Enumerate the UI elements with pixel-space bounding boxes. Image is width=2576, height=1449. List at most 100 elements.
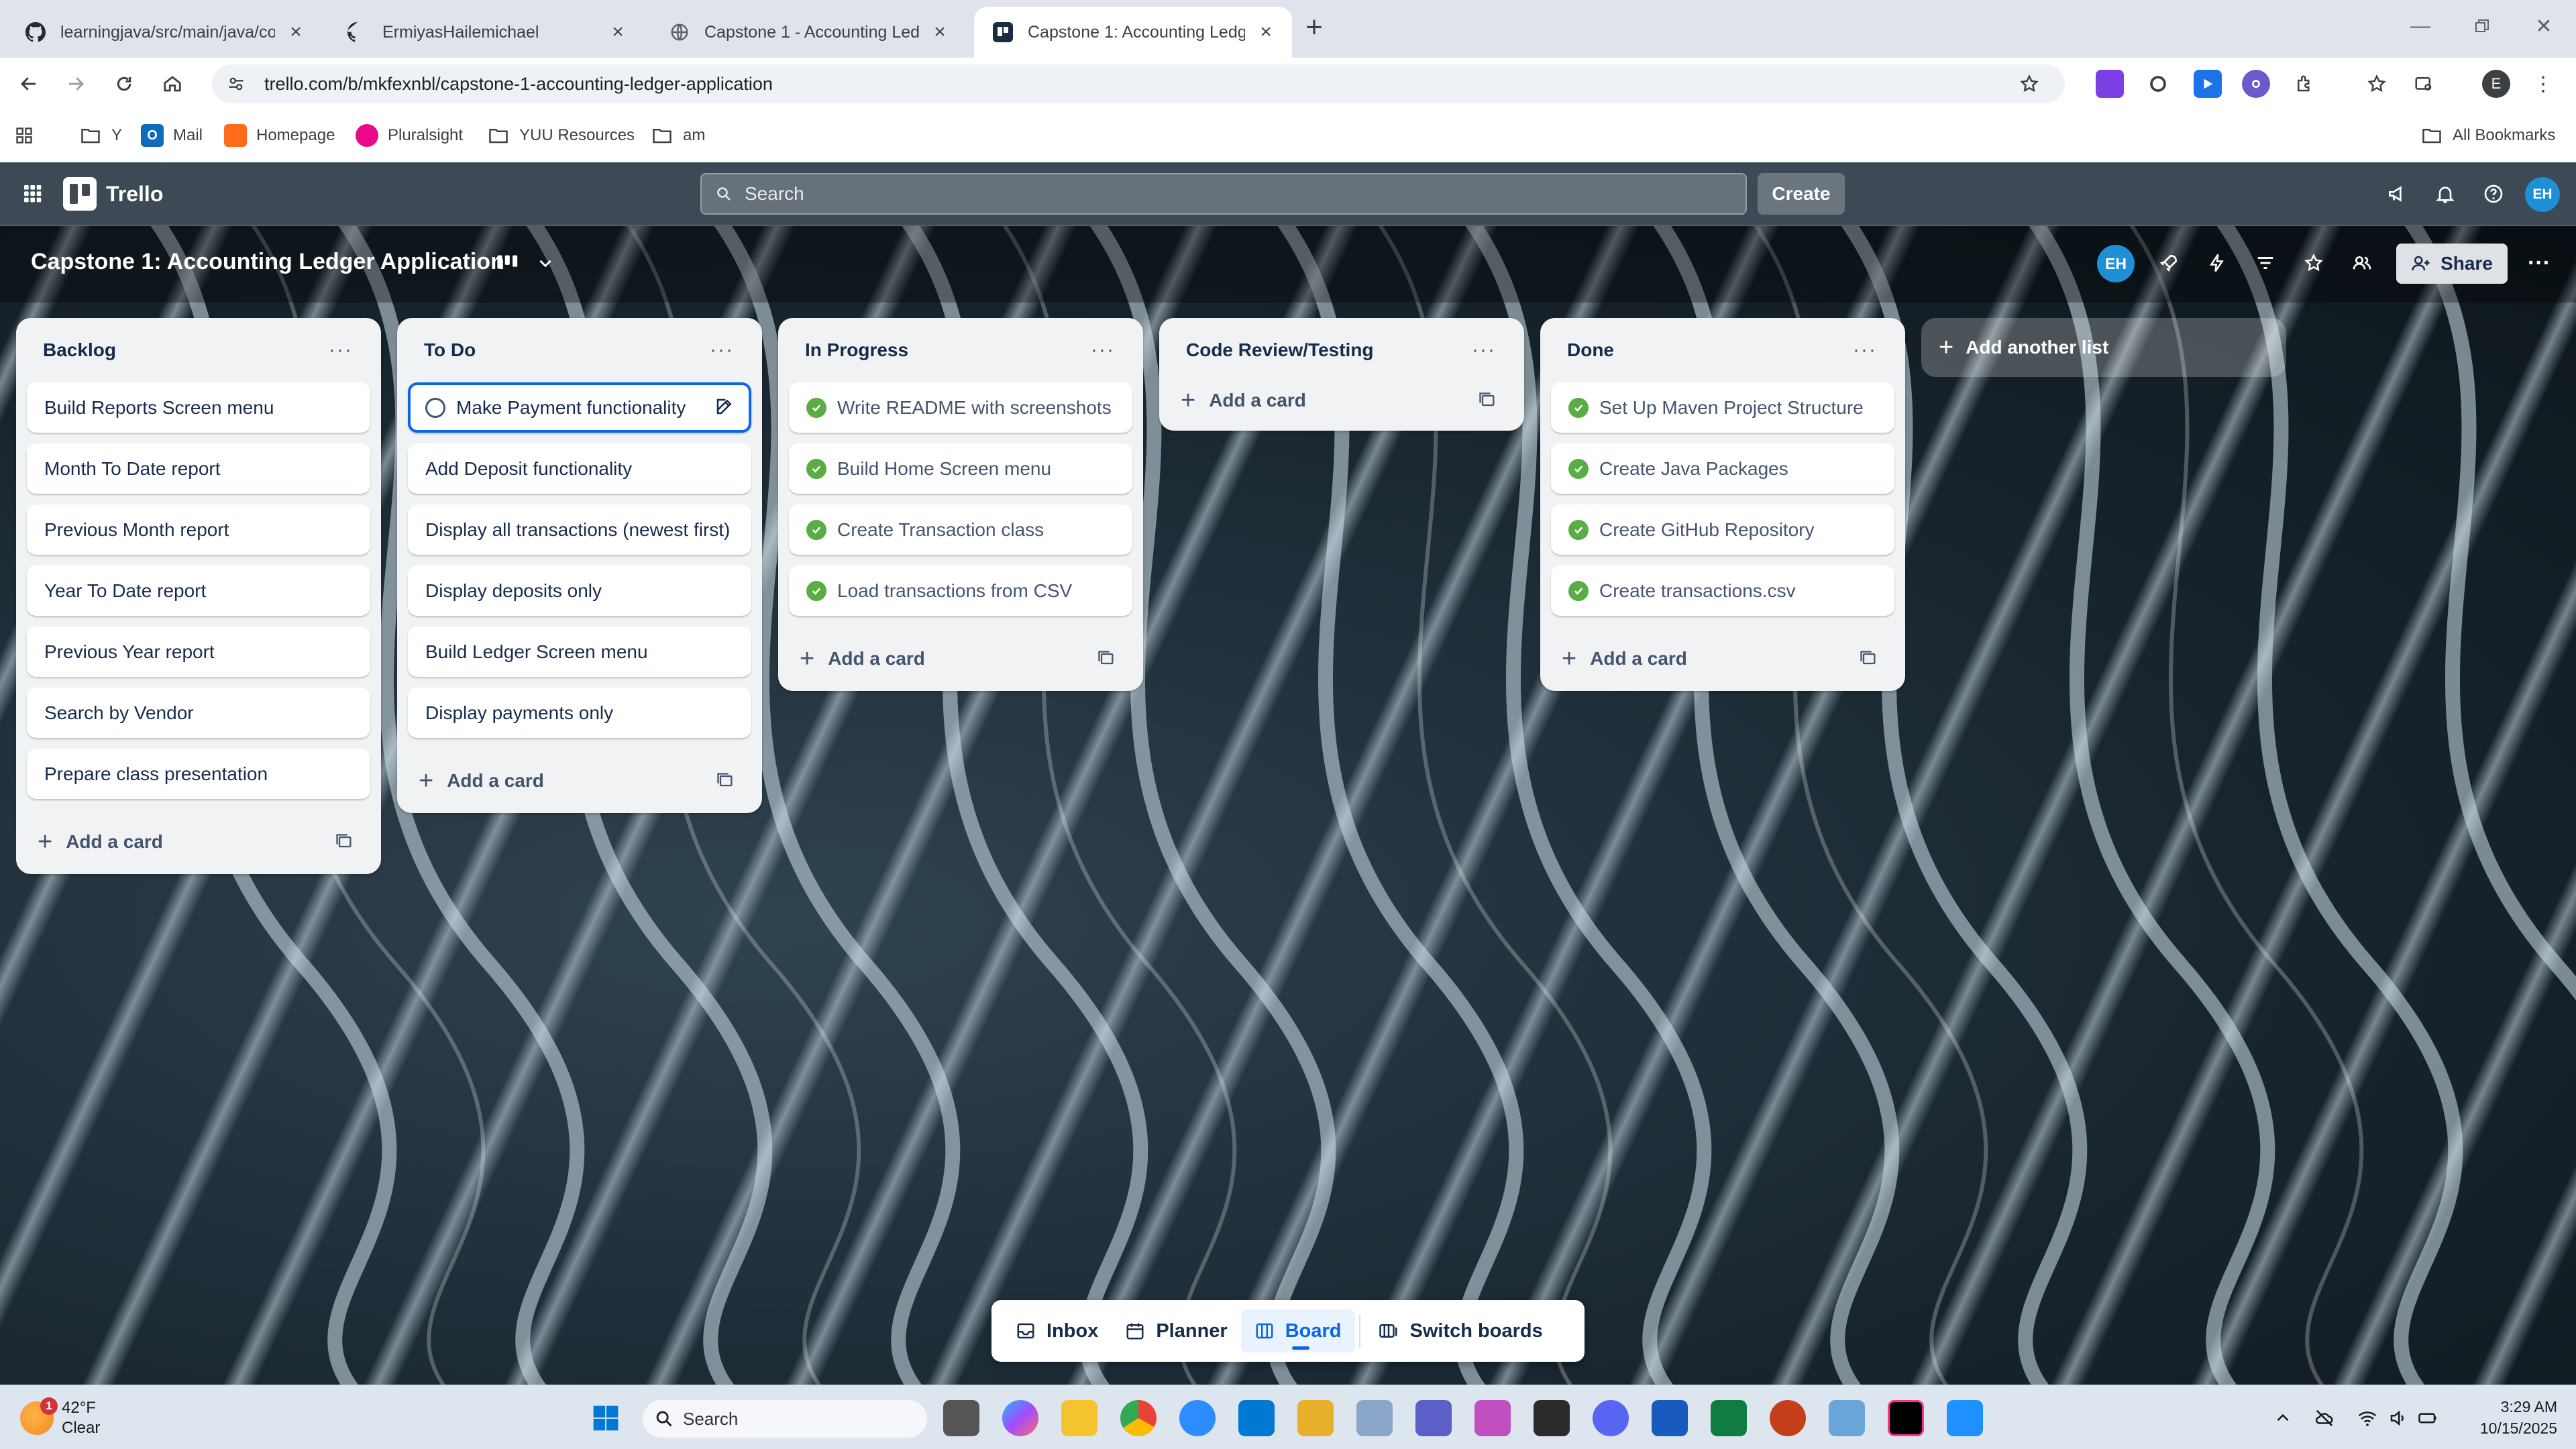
card[interactable]: Build Ledger Screen menu (408, 627, 751, 677)
completed-check-icon[interactable] (1568, 459, 1589, 479)
card-template-icon[interactable] (333, 830, 356, 853)
list-menu-icon[interactable]: ··· (1850, 335, 1880, 365)
card[interactable]: Build Reports Screen menu (27, 382, 370, 433)
card[interactable]: Create Transaction class (789, 504, 1132, 555)
card[interactable]: Add Deposit functionality (408, 443, 751, 494)
volume-icon[interactable] (2385, 1405, 2411, 1431)
browser-menu-icon[interactable]: ⋮ (2529, 70, 2557, 98)
bookmark-star-icon[interactable] (2017, 71, 2042, 97)
list-title[interactable]: To Do (424, 339, 476, 361)
app-switcher-icon[interactable] (19, 180, 46, 207)
completed-check-icon[interactable] (806, 398, 826, 418)
profile-avatar[interactable]: E (2482, 70, 2510, 98)
extension-gear-icon[interactable] (2242, 70, 2270, 98)
completed-check-icon[interactable] (806, 459, 826, 479)
close-icon[interactable]: × (1256, 21, 1276, 43)
mark-complete-circle[interactable] (425, 398, 445, 418)
add-another-list-button[interactable]: + Add another list (1921, 318, 2286, 377)
restore-button[interactable] (2462, 9, 2502, 43)
card[interactable]: Create Java Packages (1551, 443, 1894, 494)
edit-pencil-icon[interactable] (712, 394, 737, 419)
megaphone-icon[interactable] (2381, 178, 2412, 209)
list-menu-icon[interactable]: ··· (326, 335, 356, 365)
windows-start-icon[interactable] (588, 1400, 624, 1436)
extension-purple-icon[interactable] (2096, 70, 2124, 98)
weather-widget[interactable]: 1 42°F Clear (20, 1395, 100, 1442)
apps-grid-icon[interactable] (15, 122, 34, 149)
site-info-icon[interactable] (223, 70, 250, 97)
card[interactable]: Build Home Screen menu (789, 443, 1132, 494)
card[interactable]: Previous Year report (27, 627, 370, 677)
browser-tab-active[interactable]: Capstone 1: Accounting Ledger × (974, 7, 1292, 58)
card[interactable]: Create transactions.csv (1551, 566, 1894, 616)
extensions-puzzle-icon[interactable] (2290, 70, 2318, 98)
new-tab-button[interactable]: + (1299, 11, 1330, 44)
create-button[interactable]: Create (1758, 173, 1845, 215)
board-title[interactable]: Capstone 1: Accounting Ledger Applicatio… (31, 249, 504, 275)
trello-logo[interactable]: Trello (63, 177, 163, 211)
power-bi-icon[interactable] (1297, 1400, 1334, 1436)
card-template-icon[interactable] (1095, 647, 1118, 670)
copilot-icon[interactable] (1002, 1400, 1038, 1436)
zoom-icon[interactable] (1179, 1400, 1216, 1436)
card[interactable]: Set Up Maven Project Structure (1551, 382, 1894, 433)
reload-button[interactable] (106, 66, 142, 102)
minimize-button[interactable]: — (2400, 9, 2440, 43)
card[interactable]: Display all transactions (newest first) (408, 504, 751, 555)
close-icon[interactable]: × (608, 21, 628, 43)
board-button[interactable]: Board (1240, 1309, 1355, 1352)
completed-check-icon[interactable] (806, 581, 826, 601)
browser-tab[interactable]: ErmiyasHailemichael × (329, 7, 644, 58)
powerpoint-icon[interactable] (1770, 1400, 1806, 1436)
bell-icon[interactable] (2430, 178, 2461, 209)
automation-bolt-icon[interactable] (2202, 248, 2233, 278)
card-template-icon[interactable] (1476, 389, 1499, 412)
browser-tab[interactable]: Capstone 1 - Accounting Ledge × (651, 7, 966, 58)
card[interactable]: Display deposits only (408, 566, 751, 616)
teams-icon[interactable] (1415, 1400, 1452, 1436)
bookmark-item[interactable]: O Mail (141, 122, 203, 149)
add-card-button[interactable]: + Add a card (1562, 646, 1687, 672)
cloud-sync-icon[interactable] (2312, 1405, 2337, 1431)
close-window-button[interactable]: ✕ (2524, 9, 2564, 43)
add-card-button[interactable]: + Add a card (1181, 388, 1306, 413)
list-title[interactable]: Backlog (43, 339, 116, 361)
browser-tab[interactable]: learningjava/src/main/java/com × (7, 7, 322, 58)
chevron-up-icon[interactable] (2270, 1405, 2296, 1431)
snipping-tool-icon[interactable] (1474, 1400, 1511, 1436)
bookmark-item[interactable]: Homepage (224, 122, 335, 149)
board-member-avatar[interactable]: EH (2097, 245, 2135, 282)
card[interactable]: Display payments only (408, 688, 751, 738)
side-panel-icon[interactable] (2410, 70, 2438, 98)
list-menu-icon[interactable]: ··· (707, 335, 737, 365)
task-view-icon[interactable] (943, 1400, 979, 1436)
card[interactable]: Search by Vendor (27, 688, 370, 738)
card[interactable]: Write README with screenshots (789, 382, 1132, 433)
star-icon[interactable] (2298, 248, 2329, 278)
completed-check-icon[interactable] (1568, 581, 1589, 601)
planner-button[interactable]: Planner (1112, 1309, 1240, 1352)
list-title[interactable]: In Progress (805, 339, 908, 361)
taskbar-search[interactable]: Search (643, 1400, 927, 1438)
bookmark-item[interactable]: am (651, 122, 705, 149)
help-icon[interactable] (2478, 178, 2509, 209)
card[interactable]: Load transactions from CSV (789, 566, 1132, 616)
battery-icon[interactable] (2415, 1405, 2440, 1431)
add-card-button[interactable]: + Add a card (38, 829, 163, 855)
notepad-icon[interactable] (1947, 1400, 1983, 1436)
card[interactable]: Prepare class presentation (27, 749, 370, 799)
inbox-button[interactable]: Inbox (1002, 1309, 1112, 1352)
card-focused[interactable]: Make Payment functionality (408, 382, 751, 433)
visibility-icon[interactable] (2347, 248, 2377, 278)
card[interactable]: Create GitHub Repository (1551, 504, 1894, 555)
address-bar[interactable]: trello.com/b/mkfexnbl/capstone-1-account… (212, 64, 2065, 103)
favorites-star-icon[interactable] (2363, 70, 2391, 98)
add-card-button[interactable]: + Add a card (800, 646, 925, 672)
discord-icon[interactable] (1593, 1400, 1629, 1436)
card[interactable]: Month To Date report (27, 443, 370, 494)
list-menu-icon[interactable]: ··· (1469, 335, 1499, 365)
power-ups-rocket-icon[interactable] (2153, 248, 2184, 278)
close-icon[interactable]: × (930, 21, 950, 43)
back-button[interactable] (11, 66, 47, 102)
extension-refresh-icon[interactable] (2144, 70, 2172, 98)
